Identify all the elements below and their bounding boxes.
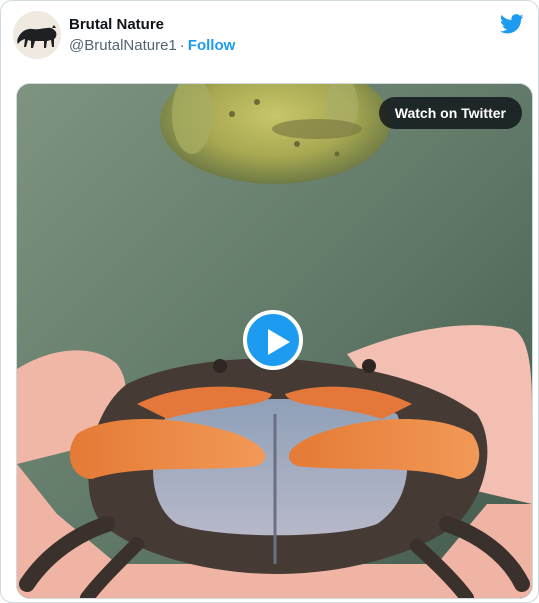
- tweet-header: Brutal Nature @BrutalNature1 · Follow: [13, 9, 526, 65]
- tweet-embed-card: Brutal Nature @BrutalNature1 · Follow Wa…: [0, 0, 539, 603]
- separator-dot: ·: [179, 37, 185, 54]
- author-handle-row: @BrutalNature1 · Follow: [69, 36, 235, 56]
- play-button[interactable]: [243, 310, 303, 370]
- twitter-bird-icon[interactable]: [499, 13, 524, 35]
- author-names: Brutal Nature @BrutalNature1 · Follow: [69, 16, 235, 56]
- play-icon: [268, 329, 290, 355]
- author-display-name[interactable]: Brutal Nature: [69, 16, 235, 34]
- follow-link[interactable]: Follow: [188, 37, 236, 54]
- video-media[interactable]: Watch on Twitter: [16, 83, 533, 599]
- avatar[interactable]: [13, 11, 61, 59]
- watch-on-twitter-button[interactable]: Watch on Twitter: [378, 97, 522, 129]
- author-handle[interactable]: @BrutalNature1: [69, 37, 177, 54]
- panther-icon: [17, 25, 57, 48]
